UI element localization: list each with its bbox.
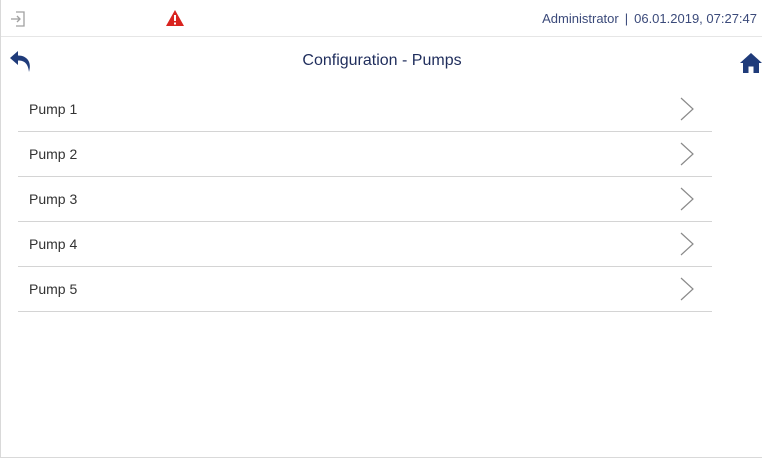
chevron-right-icon [680,97,694,121]
home-icon[interactable] [739,52,762,74]
screen: Administrator | 06.01.2019, 07:27:47 Confi… [0,0,762,458]
chevron-right-icon [680,277,694,301]
title-bar: Configuration - Pumps [1,37,762,87]
pump-list: Pump 1 Pump 2 Pump 3 Pump 4 Pump 5 [18,87,712,312]
page-title: Configuration - Pumps [302,52,462,69]
list-item-label: Pump 1 [29,101,78,117]
status-bar: Administrator | 06.01.2019, 07:27:47 [1,0,762,37]
list-item-label: Pump 5 [29,281,78,297]
list-item-pump-5[interactable]: Pump 5 [18,267,712,312]
list-item-pump-3[interactable]: Pump 3 [18,177,712,222]
chevron-right-icon [680,232,694,256]
list-item-label: Pump 3 [29,191,78,207]
list-item-pump-2[interactable]: Pump 2 [18,132,712,177]
user-name: Administrator [542,11,619,26]
status-text: Administrator | 06.01.2019, 07:27:47 [542,11,757,26]
warning-icon[interactable] [165,9,185,27]
login-icon[interactable] [9,10,27,28]
list-item-pump-4[interactable]: Pump 4 [18,222,712,267]
list-item-label: Pump 4 [29,236,78,252]
status-separator: | [624,11,629,26]
list-item-pump-1[interactable]: Pump 1 [18,87,712,132]
chevron-right-icon [680,187,694,211]
date-time: 06.01.2019, 07:27:47 [634,11,757,26]
chevron-right-icon [680,142,694,166]
list-item-label: Pump 2 [29,146,78,162]
